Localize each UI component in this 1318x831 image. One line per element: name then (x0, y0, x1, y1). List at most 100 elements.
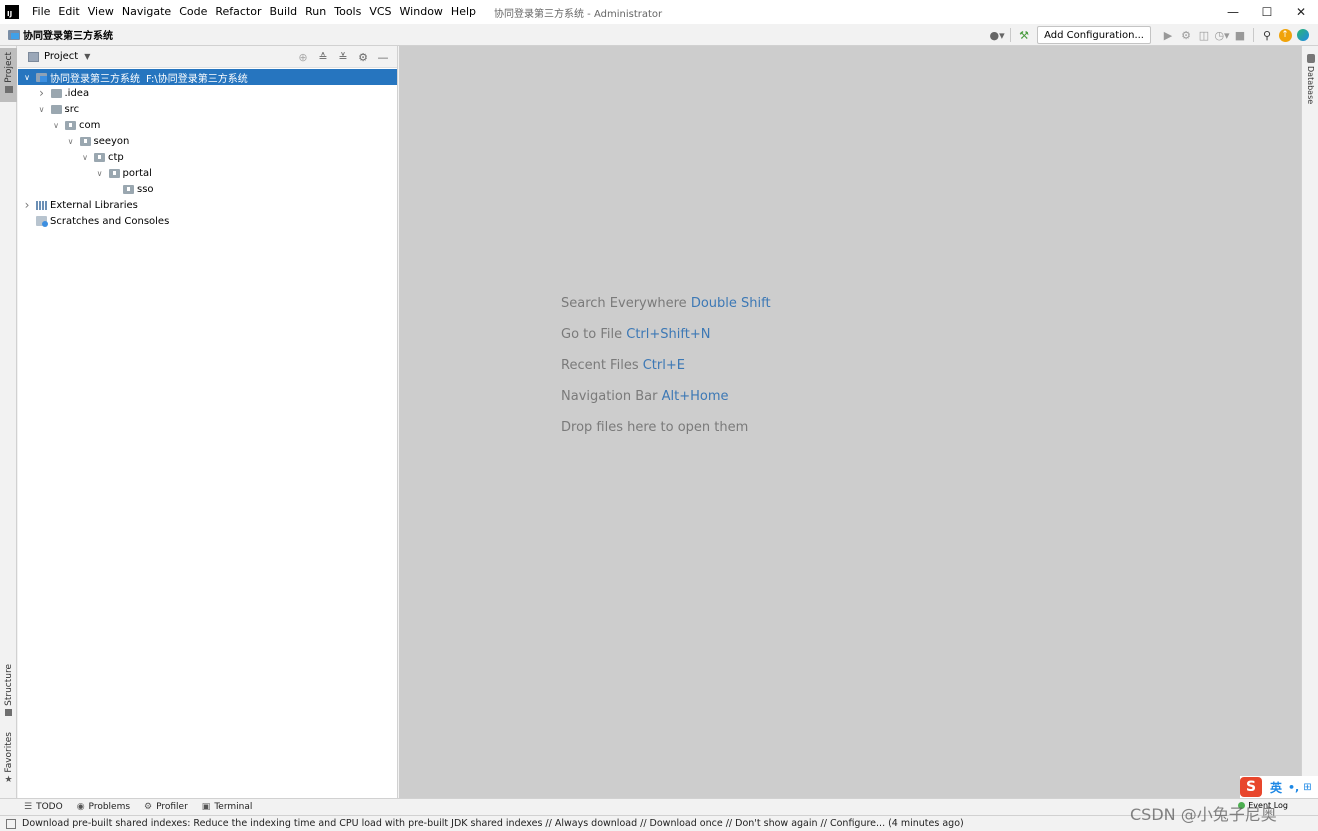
menu-item-tools[interactable]: Tools (330, 0, 365, 24)
tree-node-idea[interactable]: › .idea (18, 85, 397, 101)
tree-node-project-root[interactable]: ∨ 协同登录第三方系统 F:\协同登录第三方系统 (18, 69, 397, 85)
hide-icon[interactable]: — (373, 49, 393, 65)
close-button[interactable]: ✕ (1284, 0, 1318, 24)
tree-node-label: External Libraries (50, 199, 138, 211)
menu-item-code[interactable]: Code (175, 0, 211, 24)
package-icon (108, 168, 120, 178)
todo-icon: ☰ (24, 802, 33, 812)
search-icon[interactable]: ⚲ (1258, 26, 1276, 44)
menu-item-help[interactable]: Help (447, 0, 480, 24)
stop-icon[interactable]: ■ (1231, 26, 1249, 44)
menu-item-edit[interactable]: Edit (54, 0, 83, 24)
stripe-tab-structure[interactable]: Structure (0, 664, 17, 720)
sogou-ime-icon[interactable]: S (1240, 777, 1262, 797)
project-panel-title[interactable]: Project (44, 51, 78, 62)
bottom-tool-problems[interactable]: ◉ Problems (77, 802, 130, 812)
menu-item-navigate[interactable]: Navigate (118, 0, 175, 24)
stripe-tab-favorites[interactable]: Favorites ★ (0, 732, 17, 790)
library-icon (36, 200, 47, 210)
folder-icon (50, 88, 62, 98)
stripe-tab-project-label: Project (3, 52, 14, 83)
editor-hint-shortcut[interactable]: Alt+Home (662, 389, 729, 404)
editor-empty-area[interactable]: Search Everywhere Double Shift Go to File… (399, 46, 1301, 798)
bottom-tool-profiler[interactable]: ⚙ Profiler (144, 802, 188, 812)
tree-node-label: sso (137, 183, 154, 195)
stripe-tab-favorites-label: Favorites (3, 732, 14, 773)
editor-hint: Navigation Bar Alt+Home (561, 389, 771, 420)
stripe-tab-structure-label: Structure (3, 664, 14, 706)
menu-item-refactor[interactable]: Refactor (211, 0, 265, 24)
editor-hint-shortcut[interactable]: Ctrl+Shift+N (626, 327, 710, 342)
tree-node-sso[interactable]: sso (18, 181, 397, 197)
editor-hint-shortcut[interactable]: Ctrl+E (643, 358, 685, 373)
toolbar-separator (1253, 28, 1254, 42)
hammer-icon[interactable]: ⚒ (1015, 26, 1033, 44)
stripe-tab-project[interactable]: Project (0, 48, 17, 102)
menu-item-file[interactable]: File (28, 0, 54, 24)
tree-node-com[interactable]: ∨ com (18, 117, 397, 133)
scratches-icon (36, 216, 48, 227)
folder-icon (4, 85, 13, 93)
project-view-icon (28, 51, 39, 62)
menu-item-build[interactable]: Build (266, 0, 302, 24)
jetbrains-icon[interactable] (1294, 26, 1312, 44)
status-toggle-icon[interactable] (6, 818, 16, 829)
add-configuration-button[interactable]: Add Configuration... (1037, 26, 1151, 44)
collapse-all-icon[interactable]: ≚ (333, 49, 353, 65)
tree-node-label: ctp (108, 151, 124, 163)
tree-node-scratches-and-consoles[interactable]: Scratches and Consoles (18, 213, 397, 229)
chevron-down-icon[interactable]: ∨ (22, 73, 32, 82)
ime-toolbar[interactable]: S 英 •, ⊞ (1240, 776, 1318, 798)
tree-node-ctp[interactable]: ∨ ctp (18, 149, 397, 165)
ime-punctuation-toggle[interactable]: •, (1288, 781, 1299, 794)
bottom-tool-terminal[interactable]: ▣ Terminal (202, 802, 253, 812)
editor-hint-text: Navigation Bar (561, 389, 658, 404)
locate-icon[interactable]: ⊕ (293, 49, 313, 65)
tree-node-seeyon[interactable]: ∨ seeyon (18, 133, 397, 149)
chevron-down-icon[interactable]: ∨ (66, 137, 76, 146)
profile-icon[interactable]: ◷▾ (1213, 26, 1231, 44)
tree-node-label: portal (122, 167, 152, 179)
breadcrumb-project[interactable]: 协同登录第三方系统 (23, 27, 113, 42)
stripe-tab-database[interactable]: Database (1302, 54, 1318, 104)
menu-item-run[interactable]: Run (301, 0, 330, 24)
bottom-tool-label: TODO (36, 802, 63, 812)
editor-hint-shortcut[interactable]: Double Shift (691, 296, 771, 311)
structure-icon (5, 708, 12, 716)
tree-node-external-libraries[interactable]: › External Libraries (18, 197, 397, 213)
package-icon (79, 136, 91, 146)
menu-item-view[interactable]: View (84, 0, 118, 24)
tree-node-label: 协同登录第三方系统 (50, 73, 140, 85)
update-icon[interactable]: ↑ (1276, 26, 1294, 44)
chevron-down-icon[interactable]: ∨ (95, 169, 105, 178)
ime-more-icon[interactable]: ⊞ (1303, 782, 1311, 793)
chevron-down-icon[interactable]: ▼ (84, 52, 90, 61)
intellij-logo-icon[interactable]: IJ (5, 5, 19, 19)
tree-node-label: Scratches and Consoles (50, 215, 170, 227)
chevron-down-icon[interactable]: ∨ (51, 121, 61, 130)
run-icon[interactable]: ▶ (1159, 26, 1177, 44)
menu-item-window[interactable]: Window (396, 0, 447, 24)
status-message[interactable]: Download pre-built shared indexes: Reduc… (22, 818, 964, 829)
tree-node-portal[interactable]: ∨ portal (18, 165, 397, 181)
right-tool-stripe: Database (1301, 46, 1318, 798)
ime-language-toggle[interactable]: 英 (1270, 779, 1282, 796)
maximize-button[interactable]: ☐ (1250, 0, 1284, 24)
bottom-tool-label: Terminal (214, 802, 253, 812)
expand-all-icon[interactable]: ≙ (313, 49, 333, 65)
tree-node-src[interactable]: ∨ src (18, 101, 397, 117)
stripe-tab-database-label: Database (1306, 66, 1315, 105)
chevron-down-icon[interactable]: ∨ (80, 153, 90, 162)
gear-icon[interactable]: ⚙ (353, 49, 373, 65)
chevron-down-icon[interactable]: ∨ (37, 105, 47, 114)
menu-item-vcs[interactable]: VCS (365, 0, 395, 24)
chevron-right-icon[interactable]: › (22, 198, 32, 212)
chevron-right-icon[interactable]: › (37, 86, 47, 100)
minimize-button[interactable]: — (1216, 0, 1250, 24)
bottom-tool-todo[interactable]: ☰ TODO (24, 802, 63, 812)
editor-hint: Drop files here to open them (561, 420, 771, 451)
debug-icon[interactable]: ⚙ (1177, 26, 1195, 44)
coverage-icon[interactable]: ◫ (1195, 26, 1213, 44)
user-icon[interactable]: ●▾ (988, 26, 1006, 44)
project-panel-header: Project ▼ ⊕ ≙ ≚ ⚙ — (18, 46, 397, 68)
